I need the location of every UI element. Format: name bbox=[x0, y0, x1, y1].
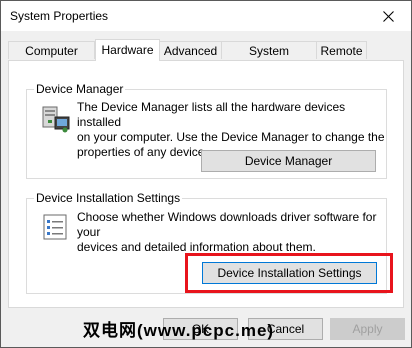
tab-advanced[interactable]: Advanced bbox=[159, 41, 222, 59]
settings-list-icon bbox=[43, 214, 67, 240]
device-manager-group: Device Manager The Device Manager lists … bbox=[26, 82, 387, 179]
tab-hardware[interactable]: Hardware bbox=[95, 39, 160, 61]
tab-remote[interactable]: Remote bbox=[316, 41, 367, 59]
device-installation-desc-line1: Choose whether Windows downloads driver … bbox=[77, 210, 377, 239]
close-button[interactable] bbox=[365, 1, 411, 31]
highlight-box bbox=[185, 253, 393, 293]
window-title: System Properties bbox=[10, 9, 109, 23]
device-installation-group-title: Device Installation Settings bbox=[34, 191, 183, 205]
device-manager-button[interactable]: Device Manager bbox=[201, 150, 376, 172]
close-icon bbox=[382, 10, 394, 22]
tab-computer-name[interactable]: Computer Name bbox=[8, 41, 95, 76]
watermark-text: 双电网(www.pcpc.me) bbox=[83, 321, 275, 340]
device-manager-desc-line1: The Device Manager lists all the hardwar… bbox=[77, 100, 346, 129]
system-properties-window: System Properties Computer Name Hardware… bbox=[0, 0, 412, 348]
device-installation-description: Choose whether Windows downloads driver … bbox=[77, 210, 386, 255]
device-manager-group-title: Device Manager bbox=[34, 82, 126, 96]
device-manager-desc-line2: on your computer. Use the Device Manager… bbox=[77, 130, 385, 144]
device-manager-icon bbox=[42, 106, 70, 133]
apply-button: Apply bbox=[330, 318, 405, 340]
hardware-tab-panel: Device Manager The Device Manager lists … bbox=[8, 60, 404, 308]
title-bar: System Properties bbox=[1, 1, 411, 31]
tab-system-protection[interactable]: System Protection bbox=[221, 41, 317, 76]
